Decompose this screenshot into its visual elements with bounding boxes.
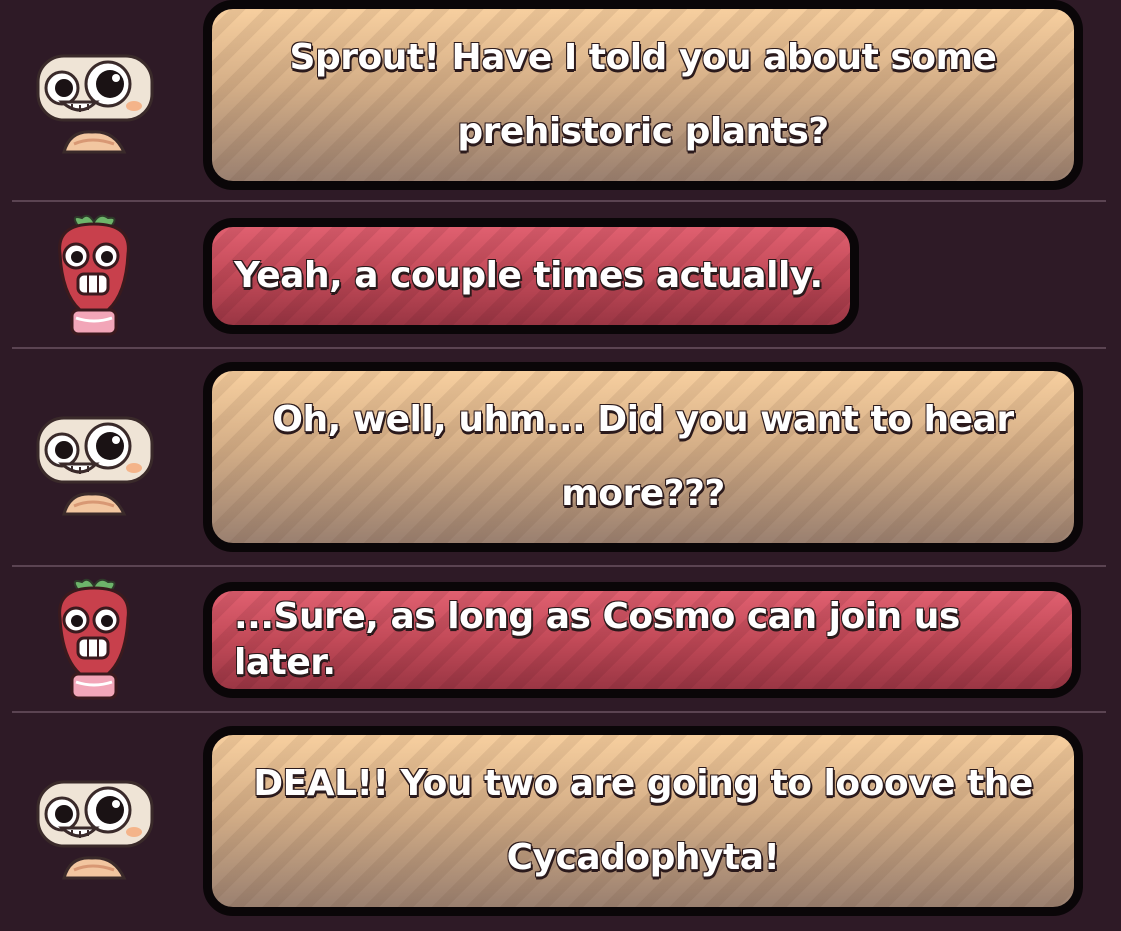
sprout-avatar-icon bbox=[58, 214, 130, 336]
sprout-speech-bubble: Yeah, a couple times actually. bbox=[203, 218, 859, 334]
dialogue-entry: Oh, well, uhm... Did you want to hear mo… bbox=[0, 348, 1121, 567]
dialogue-log: Sprout! Have I told you about some prehi… bbox=[0, 0, 1121, 931]
message-text: DEAL!! You two are going to looove the C… bbox=[253, 762, 1034, 878]
sprout-speech-bubble: ...Sure, as long as Cosmo can join us la… bbox=[203, 582, 1081, 698]
cosmo-speech-bubble: Oh, well, uhm... Did you want to hear mo… bbox=[203, 362, 1083, 552]
dialogue-entry: Sprout! Have I told you about some prehi… bbox=[0, 0, 1121, 202]
message-text: Sprout! Have I told you about some prehi… bbox=[289, 36, 998, 152]
dialogue-entry: ...Sure, as long as Cosmo can join us la… bbox=[0, 566, 1121, 713]
message-text: Yeah, a couple times actually. bbox=[233, 254, 824, 296]
sprout-avatar-icon bbox=[58, 578, 130, 700]
dialogue-entry: DEAL!! You two are going to looove the C… bbox=[0, 712, 1121, 931]
cosmo-speech-bubble: Sprout! Have I told you about some prehi… bbox=[203, 0, 1083, 190]
cosmo-avatar-icon bbox=[36, 54, 154, 154]
cosmo-avatar-icon bbox=[36, 416, 154, 516]
cosmo-speech-bubble: DEAL!! You two are going to looove the C… bbox=[203, 726, 1083, 916]
cosmo-avatar-icon bbox=[36, 780, 154, 880]
message-text: ...Sure, as long as Cosmo can join us la… bbox=[233, 595, 961, 683]
message-text: Oh, well, uhm... Did you want to hear mo… bbox=[272, 398, 1015, 514]
dialogue-entry: Yeah, a couple times actually. bbox=[0, 202, 1121, 349]
